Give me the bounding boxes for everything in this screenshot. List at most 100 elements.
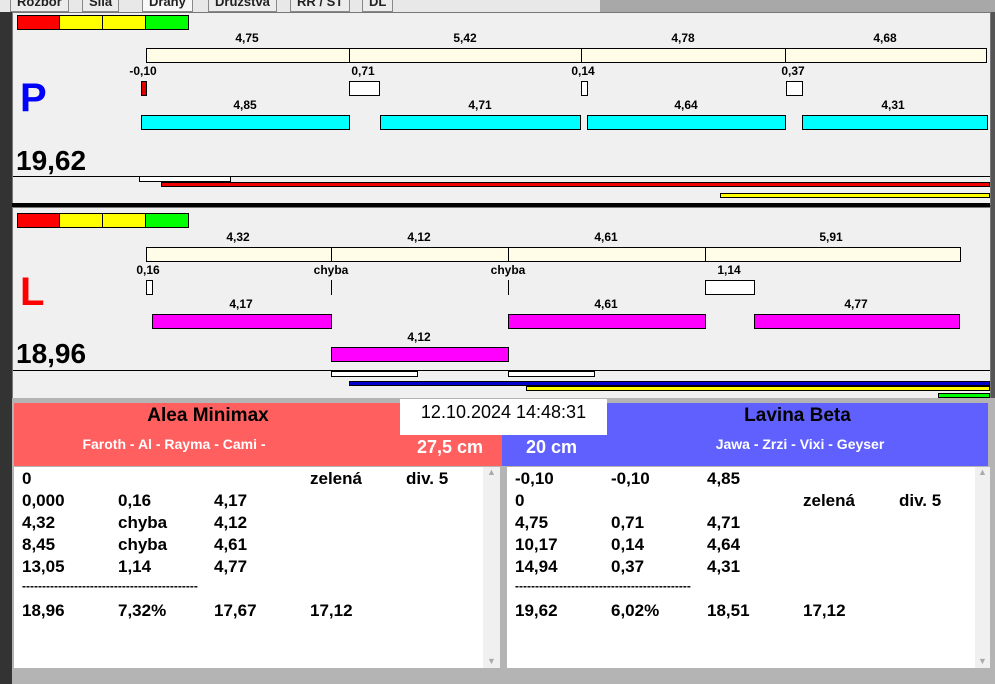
- tab-rozbor[interactable]: Rozbor: [10, 0, 69, 12]
- result-cell: 4,64: [707, 535, 741, 554]
- status-yellow: [59, 15, 103, 30]
- result-cell: 4,71: [707, 513, 741, 532]
- segment-bar: [349, 48, 582, 63]
- offset-value: chyba: [490, 263, 526, 277]
- result-cell: 4,31: [707, 557, 741, 576]
- run-value: 4,71: [468, 98, 492, 112]
- result-cell: 4,85: [707, 469, 741, 488]
- run-value: 4,12: [407, 330, 431, 344]
- team-b-name: Lavina Beta: [744, 405, 851, 426]
- status-red: [17, 15, 60, 30]
- run-value: 4,77: [844, 297, 868, 311]
- result-cell: 0: [22, 469, 32, 488]
- team-b-results[interactable]: -0,10 -0,10 4,85 0 zelená div. 5 4,75 0,71 4,71 1…: [507, 467, 975, 668]
- status-yellow: [59, 213, 103, 228]
- lane-letter: P: [20, 76, 47, 120]
- segment-bar: [146, 48, 350, 63]
- scroll-down-icon[interactable]: ▼: [975, 656, 990, 666]
- team-a-scrollbar[interactable]: ▲ ▼: [483, 467, 500, 668]
- offset-value: 0,37: [781, 64, 805, 78]
- summary-cell: 6,02%: [611, 601, 660, 620]
- segment-bar: [508, 247, 706, 262]
- offset-tick: [331, 280, 332, 295]
- summary-cell: 19,62: [515, 601, 558, 620]
- summary-cell: 18,51: [707, 601, 750, 620]
- team-a-results[interactable]: 0 zelená div. 5 0,000 0,16 4,17 4,32 chyba 4,12 8…: [14, 467, 484, 668]
- segment-value: 4,61: [594, 230, 618, 244]
- team-a-players: Faroth - Al - Rayma - Cami -: [82, 436, 266, 452]
- tab-rr-st[interactable]: RR / ST: [290, 0, 351, 12]
- result-cell: 0,37: [611, 557, 645, 576]
- tab-dl[interactable]: DL: [362, 0, 394, 12]
- timeline-axis: [13, 370, 990, 371]
- run-value: 4,85: [233, 98, 257, 112]
- result-cell: 14,94: [515, 557, 558, 576]
- segment-value: 4,12: [407, 230, 431, 244]
- tab-drahy[interactable]: Dráhy: [142, 0, 193, 12]
- offset-value: 1,14: [717, 263, 741, 277]
- offset-box: [705, 280, 755, 295]
- offset-value: 0,14: [571, 64, 595, 78]
- segment-value: 4,78: [671, 31, 695, 45]
- summary-cell: 17,12: [803, 601, 846, 620]
- segment-value: 4,75: [235, 31, 259, 45]
- result-cell: -0,10: [611, 469, 650, 488]
- run-bar: [331, 347, 509, 362]
- offset-box: [581, 81, 588, 96]
- segment-bar: [705, 247, 961, 262]
- scroll-down-icon[interactable]: ▼: [483, 656, 500, 666]
- team-b-distance: 20 cm: [526, 437, 578, 457]
- segment-value: 5,42: [453, 31, 477, 45]
- run-value: 4,61: [594, 297, 618, 311]
- result-cell: div. 5: [899, 491, 942, 510]
- run-bar: [587, 115, 786, 130]
- summary-cell: 17,67: [214, 601, 257, 620]
- result-cell: 10,17: [515, 535, 558, 554]
- result-cell: 4,77: [214, 557, 248, 576]
- run-bar: [508, 314, 706, 329]
- result-cell: 0,14: [611, 535, 645, 554]
- segment-bar: [581, 48, 786, 63]
- summary-cell: 17,12: [310, 601, 353, 620]
- offset-box: [146, 280, 153, 295]
- tab-bar: Rozbor Síla Dráhy Družstva RR / ST DL: [0, 0, 600, 12]
- result-cell: 1,14: [118, 557, 152, 576]
- run-bar: [152, 314, 332, 329]
- result-cell: 4,17: [214, 491, 248, 510]
- offset-box: [786, 81, 803, 96]
- result-cell: zelená: [310, 469, 362, 488]
- run-value: 4,64: [674, 98, 698, 112]
- status-green: [145, 213, 189, 228]
- scroll-up-icon[interactable]: ▲: [975, 467, 990, 477]
- offset-tick: [508, 280, 509, 295]
- status-red: [17, 213, 60, 228]
- team-b-players: Jawa - Zrzi - Vixi - Geyser: [715, 436, 885, 452]
- tab-druzstva[interactable]: Družstva: [208, 0, 277, 12]
- summary-cell: 7,32%: [118, 601, 167, 620]
- segment-value: 4,32: [226, 230, 250, 244]
- tab-sila[interactable]: Síla: [82, 0, 120, 12]
- separator: ----------------------------------------…: [515, 579, 691, 593]
- result-cell: 0,71: [611, 513, 645, 532]
- result-cell: 4,32: [22, 513, 56, 532]
- result-cell: 4,61: [214, 535, 248, 554]
- team-a-distance: 27,5 cm: [417, 437, 484, 457]
- timeline-box: [331, 371, 418, 377]
- timeline-yellow: [526, 386, 990, 391]
- status-yellow: [102, 213, 146, 228]
- scroll-up-icon[interactable]: ▲: [483, 467, 500, 477]
- team-b-scrollbar[interactable]: ▲ ▼: [975, 467, 990, 668]
- offset-box: [349, 81, 380, 96]
- status-green: [145, 15, 189, 30]
- result-cell: chyba: [118, 535, 168, 554]
- timeline-box: [508, 371, 595, 377]
- result-cell: chyba: [118, 513, 168, 532]
- segment-bar: [331, 247, 509, 262]
- timeline-yellow: [720, 193, 990, 198]
- offset-value: 0,16: [136, 263, 160, 277]
- result-cell: 4,12: [214, 513, 248, 532]
- result-cell: 0,000: [22, 491, 65, 510]
- summary-cell: 18,96: [22, 601, 65, 620]
- segment-value: 5,91: [819, 230, 843, 244]
- result-cell: 13,05: [22, 557, 65, 576]
